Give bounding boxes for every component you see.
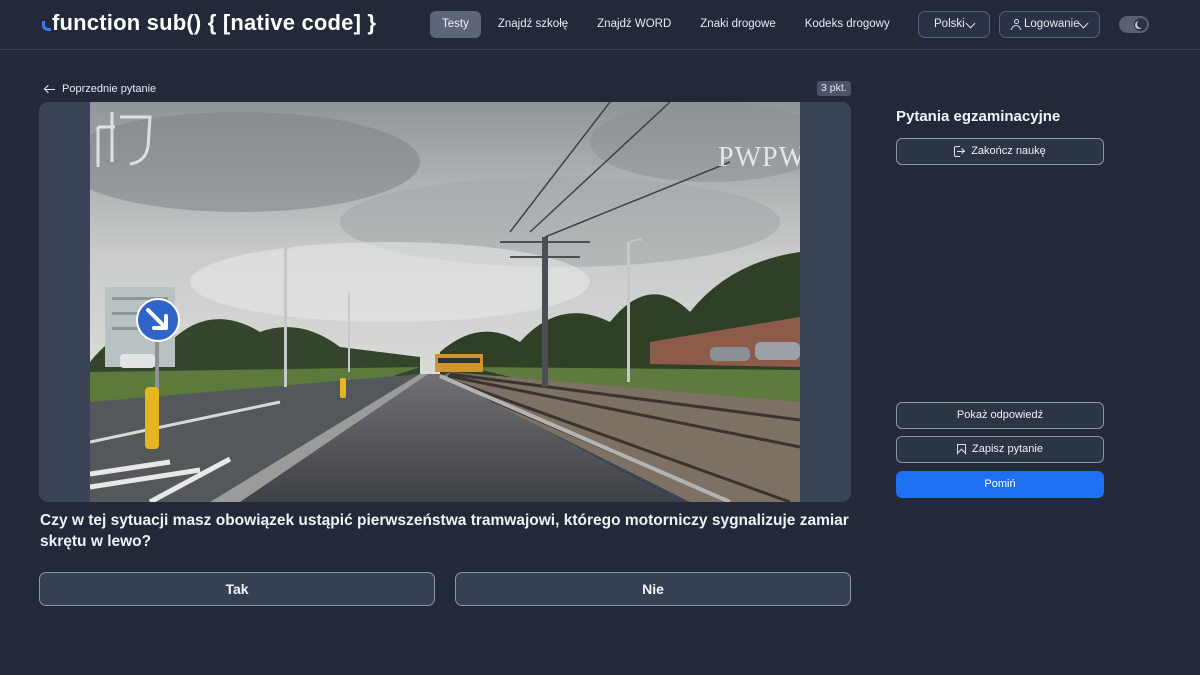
- points-badge: 3 pkt.: [817, 81, 851, 96]
- road-scene-image: PWPW: [90, 102, 800, 502]
- theme-toggle[interactable]: [1119, 16, 1149, 33]
- logo-text: function sub() { [native code] }: [52, 10, 377, 35]
- language-label: Polski: [934, 18, 965, 30]
- skip-button[interactable]: Pomiń: [896, 471, 1104, 498]
- logo-mark-icon: [42, 21, 51, 31]
- answer-yes-button[interactable]: Tak: [39, 572, 435, 606]
- nav-item-znajdz-szkole[interactable]: Znajdź szkołę: [486, 11, 580, 38]
- finish-study-button[interactable]: Zakończ naukę: [896, 138, 1104, 165]
- language-select[interactable]: Polski: [918, 11, 990, 38]
- question-text: Czy w tej sytuacji masz obowiązek ustąpi…: [40, 512, 849, 550]
- question-media[interactable]: PWPW: [39, 102, 851, 502]
- watermark-pwpw: PWPW: [718, 142, 800, 173]
- nav-item-testy[interactable]: Testy: [430, 11, 481, 38]
- top-navbar: function sub() { [native code] } Testy Z…: [0, 0, 1200, 50]
- user-icon: [1011, 19, 1021, 30]
- login-label: Logowanie: [1024, 18, 1080, 30]
- main-nav: Testy Znajdź szkołę Znajdź WORD Znaki dr…: [430, 11, 959, 38]
- save-question-button[interactable]: Zapisz pytanie: [896, 436, 1104, 463]
- show-answer-button[interactable]: Pokaż odpowiedź: [896, 402, 1104, 429]
- nav-item-znaki-drogowe[interactable]: Znaki drogowe: [688, 11, 787, 38]
- sidebar-title: Pytania egzaminacyjne: [896, 108, 1061, 125]
- bookmark-icon: [956, 444, 967, 459]
- exit-icon: [954, 146, 966, 157]
- chevron-down-icon: [1078, 18, 1089, 29]
- arrow-left-icon: [43, 84, 55, 94]
- save-question-label: Zapisz pytanie: [972, 443, 1043, 455]
- previous-question-label: Poprzednie pytanie: [62, 83, 157, 95]
- nav-item-znajdz-word[interactable]: Znajdź WORD: [585, 11, 683, 38]
- moon-icon: [1137, 20, 1145, 28]
- login-button[interactable]: Logowanie: [999, 11, 1100, 38]
- site-logo[interactable]: function sub() { [native code] }: [42, 10, 376, 36]
- chevron-down-icon: [965, 18, 976, 29]
- answer-no-button[interactable]: Nie: [455, 572, 851, 606]
- previous-question-link[interactable]: Poprzednie pytanie: [43, 81, 157, 97]
- finish-study-label: Zakończ naukę: [971, 145, 1046, 157]
- nav-item-kodeks-drogowy[interactable]: Kodeks drogowy: [793, 11, 902, 38]
